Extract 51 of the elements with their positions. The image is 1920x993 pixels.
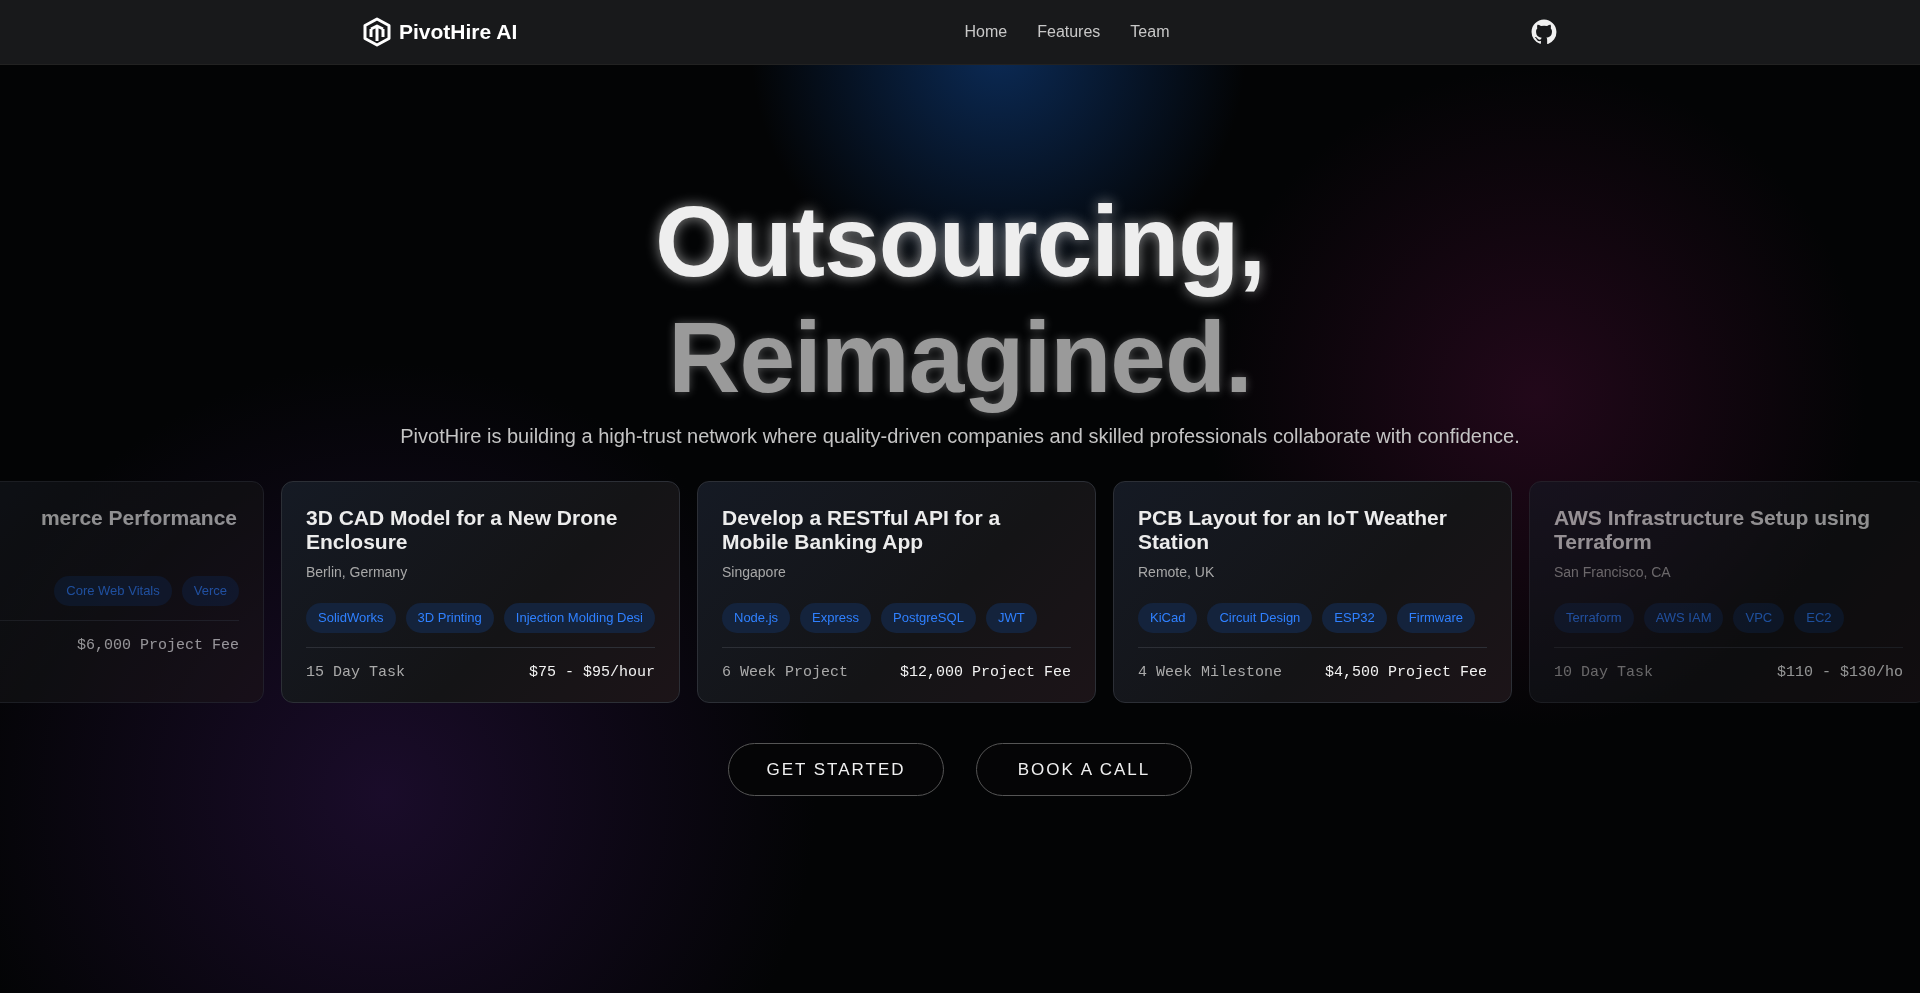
skill-tag: Verce [181,576,239,606]
card-title: merce Performance [39,506,238,530]
project-duration: 15 Day Task [306,662,406,683]
card-title: 3D CAD Model for a New Drone Enclosure [306,506,619,554]
project-card[interactable]: AWS Infrastructure Setup using Terraform San Francisco, CA Terraform AWS IAM VPC EC2 10 Day Task $110 - $130/ho [1529,481,1920,703]
skill-tag: Core Web Vitals [54,576,172,606]
skill-tag: SolidWorks [306,603,396,633]
project-price: $75 - $95/hour [528,662,655,683]
hero-heading: Outsourcing, [654,184,1266,299]
nav-link[interactable]: Features [1037,20,1101,44]
skill-tag: Injection Molding Desi [503,603,655,633]
nav-link[interactable]: Home [964,20,1008,44]
project-duration: 6 Week Project [722,662,849,683]
project-card[interactable]: Develop a RESTful API for a Mobile Banking App Singapore Node.js Express PostgreSQL JWT 6 Week Project $12,000 Project Fee [697,481,1096,703]
skill-tag: PostgreSQL [881,603,976,633]
cube-logo-icon [363,17,391,47]
skill-tag: JWT [985,603,1037,633]
skill-tag: VPC [1733,603,1785,633]
hero-heading: Reimagined. [668,300,1252,415]
card-location: Berlin, Germany [306,563,409,582]
skill-tag: ESP32 [1322,603,1387,633]
card-title: PCB Layout for an IoT Weather Station [1138,506,1448,554]
skill-tag: KiCad [1138,603,1198,633]
card-location: Remote, UK [1138,563,1216,582]
brand-name[interactable]: PivotHire AI [399,16,518,48]
skill-tag: 3D Printing [405,603,494,633]
nav-link[interactable]: Team [1130,20,1170,44]
project-price: $110 - $130/ho [1776,662,1903,683]
hero-subtitle: PivotHire is building a high-trust network where quality-driven companies and skilled professionals collaborate with confidence. [400,424,1520,449]
skill-tag: AWS IAM [1643,603,1724,633]
cta-button[interactable]: GET STARTED [728,743,944,796]
project-duration: 4 Week Milestone [1138,662,1283,683]
card-location: Singapore [722,563,787,582]
card-title: Develop a RESTful API for a Mobile Banking App [722,506,1002,554]
project-price: $4,500 Project Fee [1324,662,1487,683]
card-location: San Francisco, CA [1554,563,1672,582]
skill-tag: Circuit Design [1207,603,1313,633]
project-card[interactable]: merce Performance Core Web Vitals Verce $6,000 Project Fee [0,481,264,703]
skill-tag: Terraform [1554,603,1634,633]
project-card[interactable]: 3D CAD Model for a New Drone Enclosure Berlin, Germany SolidWorks 3D Printing Injection Molding Desi 15 Day Task $75 - $95/hour [281,481,680,703]
skill-tag: EC2 [1794,603,1844,633]
cta-button[interactable]: BOOK A CALL [976,743,1192,796]
skill-tag: Firmware [1396,603,1475,633]
project-price: $6,000 Project Fee [76,635,239,656]
skill-tag: Node.js [722,603,791,633]
card-title: AWS Infrastructure Setup using Terraform [1554,506,1872,554]
github-icon[interactable] [1531,19,1557,45]
project-card[interactable]: PCB Layout for an IoT Weather Station Remote, UK KiCad Circuit Design ESP32 Firmware 4 Week Milestone $4,500 Project Fee [1113,481,1512,703]
project-price: $12,000 Project Fee [899,662,1071,683]
project-duration: 10 Day Task [1554,662,1654,683]
skill-tag: Express [800,603,872,633]
